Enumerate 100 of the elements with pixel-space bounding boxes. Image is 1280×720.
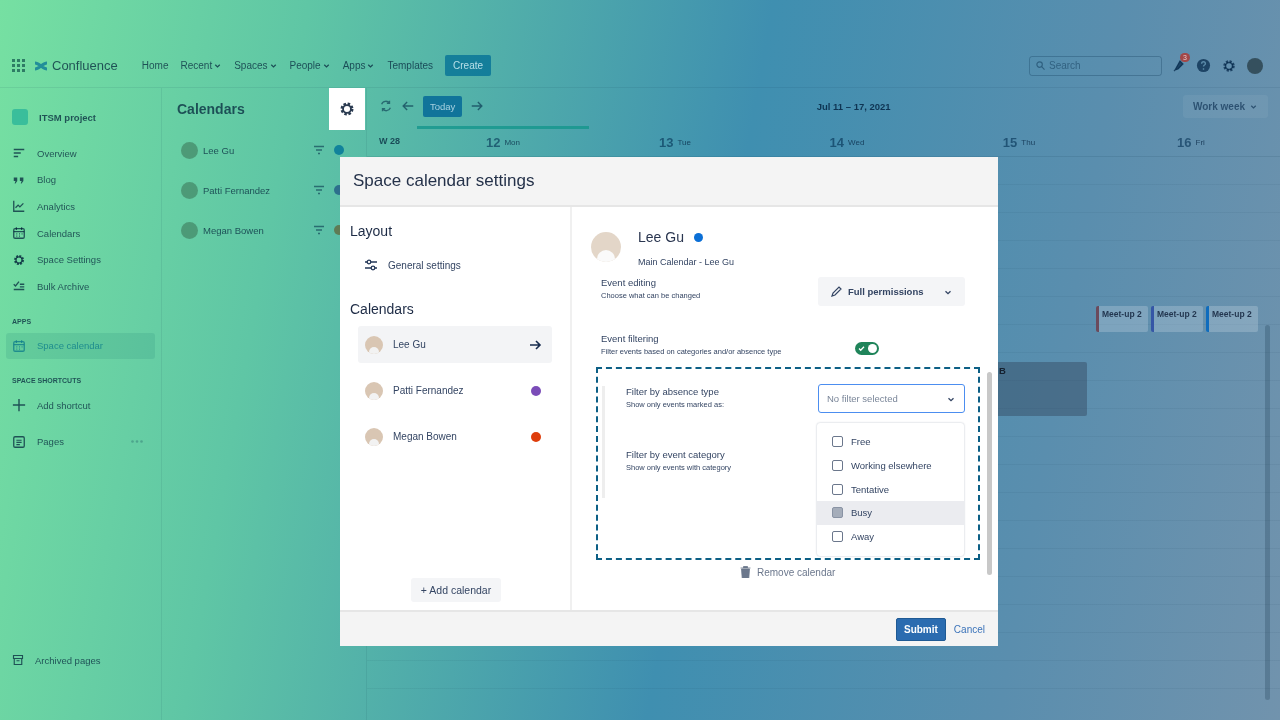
- calendar-subtitle: Main Calendar - Lee Gu: [638, 257, 735, 267]
- remove-calendar-button[interactable]: Remove calendar: [738, 564, 838, 581]
- avatar: [365, 427, 383, 446]
- today-button[interactable]: Today: [423, 95, 463, 117]
- settings-button[interactable]: [329, 88, 365, 130]
- scrollbar[interactable]: [1265, 325, 1270, 700]
- dialog-title: Space calendar settings: [353, 171, 535, 191]
- day-header[interactable]: 14 Wed: [761, 126, 933, 156]
- calendar-name[interactable]: Lee Gu: [203, 144, 235, 156]
- settings-icon[interactable]: [1221, 57, 1237, 74]
- arrow-right-icon: [529, 338, 542, 351]
- scrollbar[interactable]: [987, 372, 992, 575]
- filter-icon[interactable]: [313, 185, 325, 195]
- arrow-left-icon[interactable]: [401, 99, 415, 113]
- chart-icon: [12, 199, 26, 214]
- search-icon: [1036, 61, 1045, 70]
- week-number: W 28: [378, 135, 401, 148]
- user-avatar[interactable]: [1247, 57, 1263, 74]
- section-heading: Layout: [350, 223, 394, 239]
- day-header[interactable]: 13 Tue: [589, 126, 761, 156]
- trash-icon: [740, 566, 751, 579]
- archive-icon: [12, 654, 24, 666]
- create-button[interactable]: Create: [445, 55, 492, 76]
- calendar-list-item[interactable]: Megan Bowen: [358, 418, 552, 455]
- sidebar-item[interactable]: Space Settings: [37, 254, 101, 266]
- avatar: [591, 232, 621, 262]
- toggle-switch[interactable]: [855, 342, 879, 355]
- date-range: Jul 11 – 17, 2021: [816, 100, 891, 112]
- general-settings-link[interactable]: General settings: [388, 259, 461, 271]
- calendar-event[interactable]: Meet-up 2: [1151, 306, 1203, 332]
- space-icon: [12, 109, 28, 125]
- section-heading: Calendars: [350, 301, 415, 317]
- dropdown-option[interactable]: Free: [817, 430, 964, 454]
- avatar: [181, 181, 198, 199]
- day-header[interactable]: 16 Fri: [1105, 126, 1277, 156]
- calendars-title: Calendars: [177, 101, 245, 117]
- sidebar-item[interactable]: Archived pages: [35, 654, 101, 666]
- setting-label: Event editing: [601, 277, 657, 288]
- product-name[interactable]: Confluence: [52, 58, 118, 73]
- absence-type-select[interactable]: No filter selected: [818, 384, 965, 414]
- submit-button[interactable]: Submit: [895, 617, 946, 641]
- refresh-icon[interactable]: [379, 99, 393, 113]
- plus-icon[interactable]: [12, 398, 26, 413]
- dropdown-option[interactable]: Tentative: [817, 477, 964, 501]
- sliders-icon: [364, 259, 378, 271]
- calendar-event[interactable]: Meet-up 2: [1096, 306, 1148, 332]
- help-icon[interactable]: [1196, 58, 1211, 73]
- setting-label: Event filtering: [601, 333, 660, 344]
- permissions-dropdown[interactable]: Full permissions: [818, 277, 965, 306]
- more-icon[interactable]: [131, 440, 143, 444]
- calendar-name[interactable]: Patti Fernandez: [203, 184, 271, 196]
- nav-link[interactable]: Spaces: [228, 56, 284, 75]
- sidebar-item[interactable]: Pages: [37, 436, 64, 448]
- nav-link[interactable]: Apps: [336, 56, 382, 75]
- sidebar-item[interactable]: Overview: [37, 147, 77, 159]
- pencil-icon: [830, 285, 842, 298]
- arrow-right-icon[interactable]: [470, 99, 485, 113]
- setting-label: Filter by absence type: [626, 386, 720, 398]
- space-name[interactable]: ITSM project: [39, 111, 96, 123]
- page-icon: [12, 434, 26, 449]
- dropdown-option[interactable]: Away: [817, 524, 964, 549]
- checkbox[interactable]: [832, 436, 843, 448]
- avatar: [181, 221, 198, 239]
- checkbox[interactable]: [832, 530, 843, 542]
- filter-icon[interactable]: [313, 145, 325, 155]
- cancel-button[interactable]: Cancel: [953, 623, 985, 635]
- nav-link[interactable]: Recent: [174, 56, 229, 75]
- view-dropdown[interactable]: Work week: [1182, 94, 1268, 118]
- setting-label: Filter by event category: [626, 449, 726, 461]
- avatar: [181, 141, 198, 159]
- add-calendar-button[interactable]: + Add calendar: [410, 578, 502, 602]
- calendar-name[interactable]: Megan Bowen: [203, 224, 264, 236]
- settings-icon: [338, 100, 356, 118]
- calendar-list-item[interactable]: Lee Gu: [358, 326, 552, 363]
- sidebar-item[interactable]: Blog: [37, 174, 56, 186]
- avatar: [365, 381, 383, 400]
- filter-icon[interactable]: [313, 225, 325, 235]
- nav-link[interactable]: Home: [135, 56, 175, 75]
- app-grid-icon[interactable]: [12, 58, 26, 73]
- checkbox[interactable]: [832, 507, 843, 519]
- calendar-icon: [12, 226, 26, 241]
- gear-icon: [12, 252, 26, 267]
- dropdown-option[interactable]: Working elsewhere: [817, 453, 964, 478]
- avatar: [365, 335, 383, 354]
- calendar-list-item[interactable]: Patti Fernandez: [358, 372, 552, 409]
- sidebar-item[interactable]: Bulk Archive: [37, 280, 90, 292]
- dropdown-option[interactable]: Busy: [817, 500, 964, 525]
- checkbox[interactable]: [832, 460, 843, 471]
- sidebar-item[interactable]: Calendars: [37, 227, 81, 239]
- sidebar-item[interactable]: Analytics: [37, 201, 75, 212]
- calendar-owner-name: Lee Gu: [638, 229, 684, 245]
- checkbox[interactable]: [832, 483, 843, 495]
- check-icon: [858, 345, 865, 352]
- nav-link[interactable]: Templates: [381, 56, 440, 75]
- confluence-logo-icon[interactable]: [34, 59, 48, 72]
- day-header[interactable]: 15 Thu: [933, 126, 1105, 156]
- nav-link[interactable]: People: [283, 56, 337, 75]
- calendar-event[interactable]: Meet-up 2: [1206, 306, 1258, 332]
- calendar-icon: [12, 338, 26, 353]
- sidebar-item[interactable]: Add shortcut: [37, 399, 91, 411]
